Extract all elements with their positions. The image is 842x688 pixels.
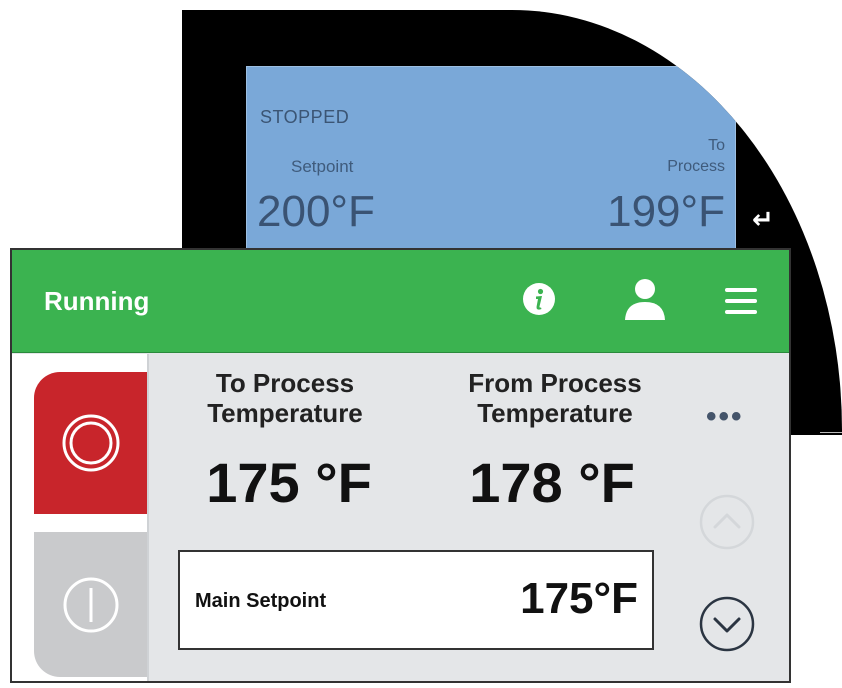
more-options-button[interactable]: •••: [706, 400, 744, 434]
user-icon[interactable]: [623, 278, 667, 320]
control-sidebar: [12, 354, 149, 681]
status-header: Running: [12, 250, 789, 353]
legacy-to-label-line1: To: [708, 137, 725, 154]
legacy-enter-button[interactable]: ↵: [752, 206, 774, 232]
to-process-temperature-value: 175 °F: [206, 451, 372, 514]
to-process-label-line1: To Process: [215, 368, 355, 398]
legacy-to-process-label: To Process: [667, 135, 725, 177]
legacy-setpoint-value: 200°F: [257, 187, 375, 236]
setpoint-label: Main Setpoint: [195, 590, 327, 612]
start-button[interactable]: [34, 532, 147, 677]
from-process-temperature-value: 178 °F: [469, 451, 635, 514]
main-setpoint-field[interactable]: Main Setpoint 175°F: [178, 550, 654, 650]
chevron-down-icon: [699, 596, 755, 652]
to-process-label-line2: Temperature: [207, 398, 363, 428]
legacy-setpoint-label: Setpoint: [291, 157, 354, 176]
stop-button[interactable]: [34, 372, 147, 514]
info-icon[interactable]: [522, 282, 556, 316]
legacy-up-arrow-button[interactable]: ↑: [756, 54, 769, 80]
scroll-up-button[interactable]: [695, 490, 759, 559]
legacy-to-process-value: 199°F: [607, 187, 725, 236]
menu-icon[interactable]: [723, 286, 759, 316]
hmi-panel: Running To Process Temperature From Proc…: [10, 248, 791, 683]
divider: [820, 432, 842, 433]
setpoint-value: 175°F: [520, 574, 638, 623]
legacy-status-text: STOPPED: [260, 107, 350, 127]
status-title: Running: [44, 286, 150, 316]
from-process-label-line2: Temperature: [477, 398, 633, 428]
power-icon: [63, 577, 119, 633]
from-process-temperature-label: From Process Temperature: [430, 368, 680, 428]
chevron-up-icon: [699, 494, 755, 550]
from-process-label-line1: From Process: [468, 368, 642, 398]
scroll-down-button[interactable]: [695, 592, 759, 661]
legacy-to-label-line2: Process: [667, 158, 725, 175]
stop-icon: [62, 414, 120, 472]
to-process-temperature-label: To Process Temperature: [180, 368, 390, 428]
